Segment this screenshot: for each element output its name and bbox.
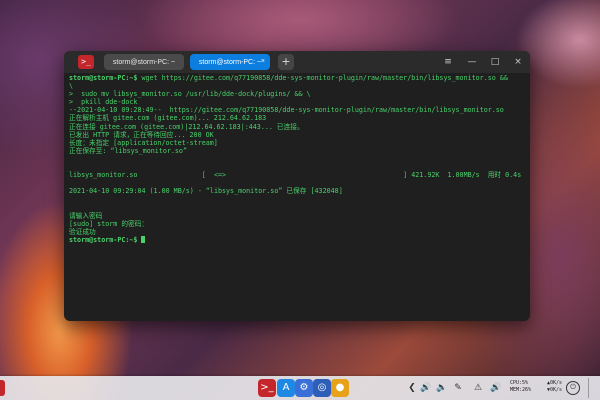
cpu-label: CPU: [510,380,523,386]
terminal-output[interactable]: storm@storm-PC:~$ wget https://gitee.com… [69,74,526,317]
terminal-line: storm@storm-PC:~$ wget https://gitee.com… [69,74,526,82]
add-tab-button[interactable]: + [278,54,294,70]
terminal-text: 正在连接 gitee.com (gitee.com)|212.64.62.183… [69,122,304,131]
mem-value: 26% [522,387,532,393]
terminal-line: \ [69,82,526,90]
speaker-icon[interactable]: 🔈 [436,382,448,394]
maximize-button[interactable]: □ [487,54,503,70]
terminal-line: 正在连接 gitee.com (gitee.com)|212.64.62.183… [69,123,526,131]
close-button[interactable]: × [510,54,526,70]
terminal-line: 已发出 HTTP 请求，正在等待回应... 200 OK [69,131,526,139]
download-value: 0K/s [549,387,562,393]
shell-prompt: storm@storm-PC:~$ [69,235,138,244]
terminal-line: 长度：未指定 [application/octet-stream] [69,139,526,147]
terminal-line: [sudo] storm 的密码： [69,220,526,228]
terminal-text: 正在保存至: “libsys_monitor.so” [69,146,187,155]
terminal-text: > pkill dde-dock [69,98,138,107]
terminal-text: \ [69,82,74,91]
cpu-value: 5% [522,380,529,386]
terminal-text: 验证成功 [69,227,96,236]
upload-value: 0K/s [549,380,562,386]
tab-close-icon[interactable]: × [261,54,265,70]
terminal-text: 2021-04-10 09:29:04 (1.00 MB/s) - “libsy… [69,187,343,196]
tab-label: storm@storm-PC: ~ [112,58,176,66]
terminal-text: 正在解析主机 gitee.com (gitee.com)... 212.64.6… [69,114,267,123]
terminal-app-icon[interactable]: >_ [78,55,94,69]
launcher-indicator[interactable] [0,380,5,396]
terminal-line: 正在解析主机 gitee.com (gitee.com)... 212.64.6… [69,114,526,122]
terminal-line: storm@storm-PC:~$ [69,235,526,244]
minimize-button[interactable]: — [464,54,480,70]
mem-label: MEM: [510,387,523,393]
terminal-text: > sudo mv libsys_monitor.so /usr/lib/dde… [69,90,311,99]
dock-app-browser-icon[interactable]: ◎ [313,379,331,397]
volume-icon[interactable]: 🔊 [420,382,432,394]
dock-app-app-store-icon[interactable]: A [277,379,295,397]
power-icon[interactable]: ⏻ [566,381,580,395]
terminal-line: > sudo mv libsys_monitor.so /usr/lib/dde… [69,90,526,98]
dock-app-terminal-icon[interactable]: >_ [258,379,276,397]
titlebar: >_ storm@storm-PC: ~ storm@storm-PC: ~ ×… [64,51,530,73]
sound-icon[interactable]: 🔊 [490,382,502,394]
terminal-line: 请输入密码 [69,212,526,220]
system-monitor-plugin[interactable]: CPU:5% ▲0K/s MEM:26% ▼0K/s [510,380,562,396]
tray-expand-icon[interactable]: ❮ [406,382,418,394]
terminal-text: [sudo] storm 的密码： [69,219,149,228]
terminal-text: libsys_monitor.so [ <=> ] 421.92K 1.00MB… [69,171,522,180]
shell-prompt: storm@storm-PC:~$ [69,74,138,82]
terminal-text: 请输入密码 [69,211,103,220]
tab-label: storm@storm-PC: ~ [198,58,262,66]
terminal-line: > pkill dde-dock [69,98,526,106]
terminal-line: libsys_monitor.so [ <=> ] 421.92K 1.00MB… [69,171,526,179]
dock-app-settings-icon[interactable]: ⚙ [295,379,313,397]
menu-icon[interactable]: ≡ [440,54,456,70]
dock-app-chrome-icon[interactable]: ● [331,379,349,397]
text-cursor [141,235,146,243]
terminal-line: 2021-04-10 09:29:04 (1.00 MB/s) - “libsy… [69,187,526,195]
terminal-line: 正在保存至: “libsys_monitor.so” [69,147,526,155]
show-desktop-button[interactable] [588,378,600,398]
tab-terminal-1[interactable]: storm@storm-PC: ~ [104,54,184,70]
taskbar: >_ A ⚙ ◎ ● ❮ 🔊 🔈 ✎ ⚠ 🔊 CPU:5% ▲0K/s MEM:26% ▼0K/s… [0,376,600,400]
terminal-window: >_ storm@storm-PC: ~ storm@storm-PC: ~ ×… [64,51,530,321]
terminal-text: wget https://gitee.com/q77190858/dde-sys… [137,74,508,82]
notification-icon[interactable]: ⚠ [472,382,484,394]
pen-icon[interactable]: ✎ [452,382,464,394]
terminal-line: 验证成功 [69,228,526,236]
tab-terminal-2[interactable]: storm@storm-PC: ~ × [190,54,270,70]
terminal-text: 已发出 HTTP 请求，正在等待回应... 200 OK [69,130,214,139]
terminal-text: 长度：未指定 [application/octet-stream] [69,138,218,147]
